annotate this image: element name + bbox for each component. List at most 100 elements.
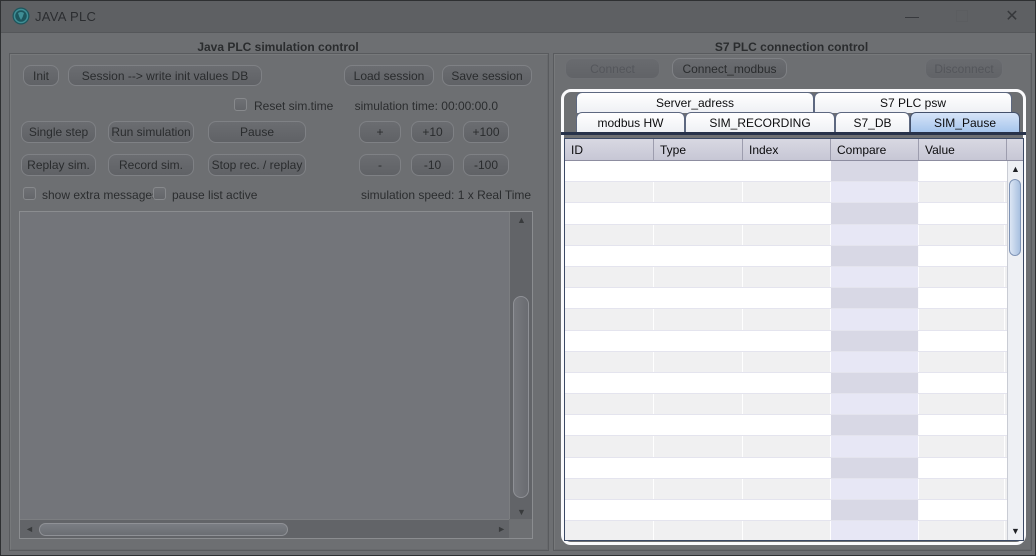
table-cell[interactable] — [743, 288, 831, 309]
table-cell[interactable] — [831, 436, 919, 457]
column-header-id[interactable]: ID — [565, 139, 654, 160]
table-cell[interactable] — [565, 351, 654, 372]
horizontal-scroll-thumb[interactable] — [39, 523, 288, 536]
column-header-index[interactable]: Index — [743, 139, 831, 160]
table-cell[interactable] — [831, 521, 919, 540]
table-cell[interactable] — [743, 245, 831, 266]
minimize-icon[interactable]: — — [889, 1, 935, 32]
table-row[interactable] — [565, 245, 1007, 267]
table-cell[interactable] — [565, 415, 654, 436]
pause-button[interactable]: Pause — [208, 121, 306, 143]
table-cell[interactable] — [919, 182, 1005, 203]
table-cell[interactable] — [831, 224, 919, 245]
table-cell[interactable] — [919, 245, 1005, 266]
table-cell[interactable] — [919, 288, 1005, 309]
table-cell[interactable] — [654, 266, 743, 288]
table-cell[interactable] — [831, 182, 919, 203]
table-cell[interactable] — [565, 500, 654, 521]
single-step-button[interactable]: Single step — [21, 121, 96, 143]
table-cell[interactable] — [565, 309, 654, 330]
table-cell[interactable] — [654, 436, 743, 457]
table-cell[interactable] — [919, 330, 1005, 351]
table-cell[interactable] — [743, 182, 831, 203]
table-cell[interactable] — [654, 372, 743, 394]
connect-button[interactable]: Connect — [565, 58, 660, 79]
tab-server-adress[interactable]: Server_adress — [576, 92, 814, 113]
table-cell[interactable] — [919, 309, 1005, 330]
table-cell[interactable] — [831, 351, 919, 372]
table-cell[interactable] — [743, 266, 831, 288]
horizontal-scrollbar[interactable]: ◄ ► — [20, 519, 511, 538]
table-cell[interactable] — [565, 436, 654, 457]
pause-list-active-checkbox[interactable] — [153, 187, 166, 200]
scroll-left-icon[interactable]: ◄ — [25, 525, 34, 534]
table-cell[interactable] — [565, 330, 654, 351]
table-cell[interactable] — [743, 500, 831, 521]
table-cell[interactable] — [743, 351, 831, 372]
table-cell[interactable] — [743, 478, 831, 499]
table-cell[interactable] — [565, 203, 654, 224]
table-cell[interactable] — [654, 330, 743, 351]
table-row[interactable] — [565, 288, 1007, 310]
table-cell[interactable] — [919, 224, 1005, 245]
tab-s7-db[interactable]: S7_DB — [835, 112, 910, 133]
table-cell[interactable] — [743, 457, 831, 478]
table-cell[interactable] — [831, 203, 919, 224]
table-cell[interactable] — [919, 161, 1005, 182]
reset-sim-time-checkbox[interactable] — [234, 98, 247, 111]
close-icon[interactable]: ✕ — [989, 1, 1035, 32]
table-row[interactable] — [565, 436, 1007, 458]
table-cell[interactable] — [831, 500, 919, 521]
table-cell[interactable] — [743, 330, 831, 351]
run-simulation-button[interactable]: Run simulation — [108, 121, 194, 143]
table-cell[interactable] — [919, 266, 1005, 288]
tab-sim-recording[interactable]: SIM_RECORDING — [685, 112, 835, 133]
table-cell[interactable] — [743, 415, 831, 436]
table-row[interactable] — [565, 457, 1007, 479]
table-row[interactable] — [565, 224, 1007, 246]
table-cell[interactable] — [565, 288, 654, 309]
plus10-button[interactable]: +10 — [411, 121, 454, 143]
column-header-type[interactable]: Type — [654, 139, 743, 160]
table-cell[interactable] — [831, 330, 919, 351]
scroll-right-icon[interactable]: ► — [497, 525, 506, 534]
table-cell[interactable] — [654, 478, 743, 499]
table-cell[interactable] — [565, 161, 654, 182]
table-row[interactable] — [565, 372, 1007, 395]
table-cell[interactable] — [831, 245, 919, 266]
table-cell[interactable] — [743, 521, 831, 540]
table-cell[interactable] — [831, 372, 919, 394]
minus100-button[interactable]: -100 — [463, 154, 509, 176]
table-scroll-thumb[interactable] — [1009, 179, 1021, 256]
table-cell[interactable] — [919, 415, 1005, 436]
table-cell[interactable] — [654, 394, 743, 415]
table-vertical-scrollbar[interactable]: ▲ ▼ — [1007, 161, 1023, 540]
table-cell[interactable] — [919, 500, 1005, 521]
table-cell[interactable] — [565, 266, 654, 288]
table-row[interactable] — [565, 309, 1007, 331]
table-cell[interactable] — [743, 309, 831, 330]
table-cell[interactable] — [831, 161, 919, 182]
show-extra-messages-checkbox[interactable] — [23, 187, 36, 200]
table-scroll-up-icon[interactable]: ▲ — [1011, 165, 1020, 174]
table-cell[interactable] — [831, 394, 919, 415]
save-session-button[interactable]: Save session — [442, 65, 532, 86]
table-row[interactable] — [565, 161, 1007, 183]
table-cell[interactable] — [831, 288, 919, 309]
replay-sim-button[interactable]: Replay sim. — [21, 154, 96, 176]
table-cell[interactable] — [565, 478, 654, 499]
table-cell[interactable] — [654, 457, 743, 478]
tab-sim-pause[interactable]: SIM_Pause — [910, 112, 1020, 133]
table-row[interactable] — [565, 266, 1007, 289]
table-cell[interactable] — [565, 372, 654, 394]
table-cell[interactable] — [919, 478, 1005, 499]
table-cell[interactable] — [919, 351, 1005, 372]
table-cell[interactable] — [654, 161, 743, 182]
table-row[interactable] — [565, 415, 1007, 437]
table-cell[interactable] — [743, 436, 831, 457]
table-cell[interactable] — [654, 521, 743, 540]
table-scroll-down-icon[interactable]: ▼ — [1011, 527, 1020, 536]
connect-modbus-button[interactable]: Connect_modbus — [672, 58, 787, 79]
s7-table-body[interactable] — [565, 161, 1007, 540]
titlebar[interactable]: JAVA PLC — ✕ — [1, 1, 1035, 33]
